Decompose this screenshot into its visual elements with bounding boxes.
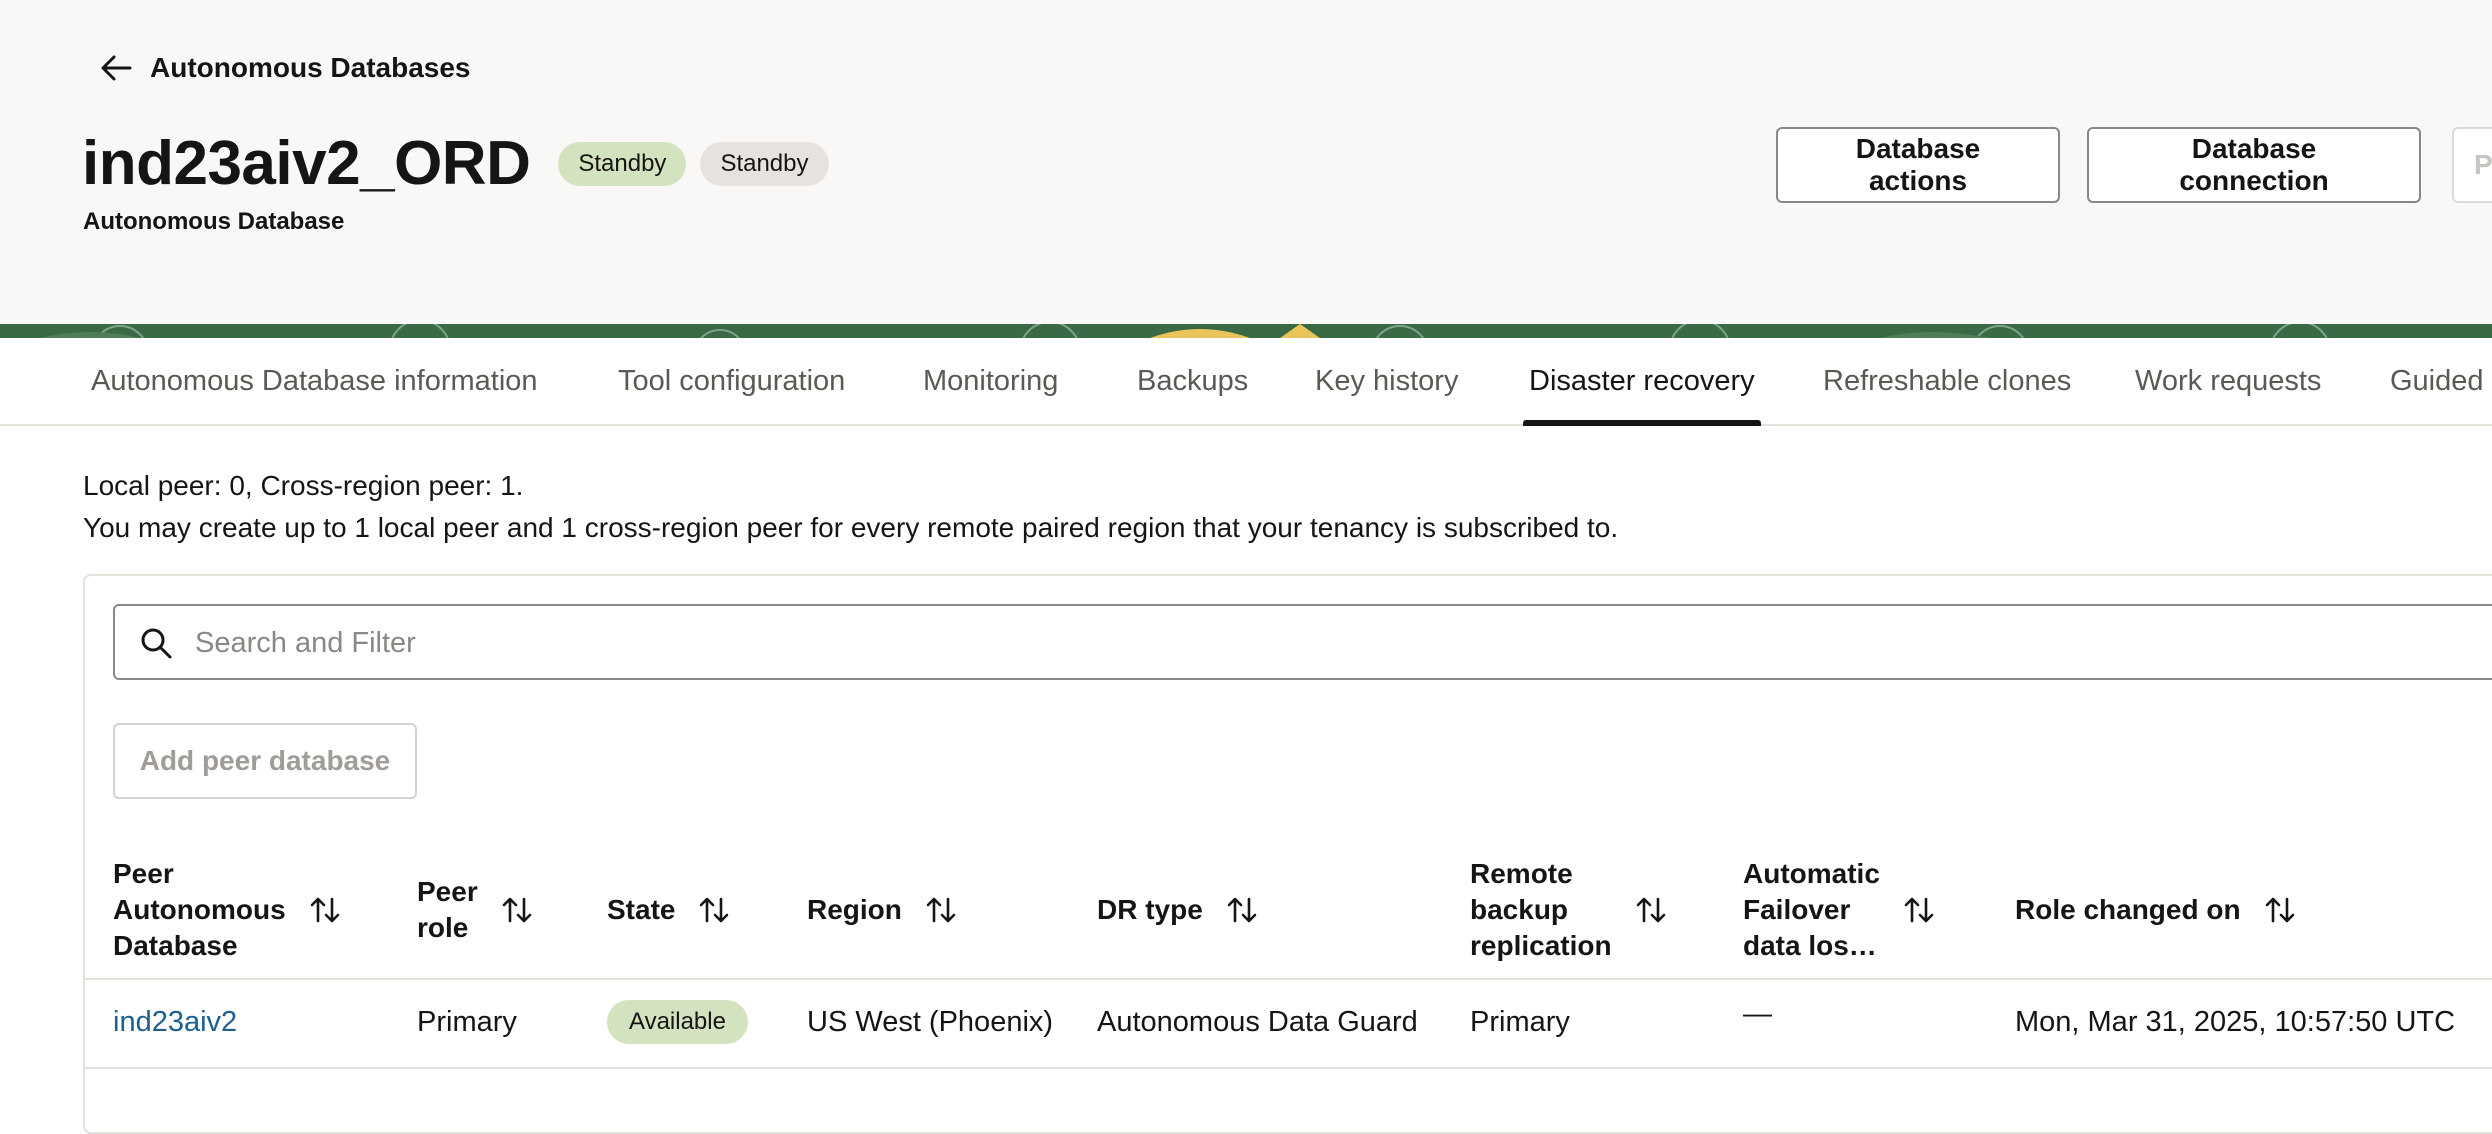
state-cell: Available <box>607 1000 748 1044</box>
sort-icon <box>1636 897 1665 923</box>
more-actions-button[interactable]: P <box>2452 127 2492 203</box>
tab-guided[interactable]: Guided <box>2390 338 2484 424</box>
table-row-divider <box>85 1067 2492 1069</box>
table-header-divider <box>85 978 2492 980</box>
column-header-remote-backup-replication[interactable]: Remote backup replication <box>1470 856 1668 964</box>
sort-icon <box>700 897 729 923</box>
column-header-role-changed-on[interactable]: Role changed on <box>2015 856 2297 964</box>
column-header-region[interactable]: Region <box>807 856 958 964</box>
column-header-label: DR type <box>1097 894 1203 925</box>
page-header: Autonomous Databases ind23aiv2_ORD Stand… <box>0 0 2492 324</box>
column-header-label: Region <box>807 894 902 925</box>
column-header-label: Automatic Failover data los… <box>1743 858 1880 961</box>
dr-type-cell: Autonomous Data Guard <box>1097 1005 1418 1038</box>
peer-role-cell: Primary <box>417 1005 517 1038</box>
database-connection-button[interactable]: Database connection <box>2087 127 2421 203</box>
column-header-automatic-failover-data-loss[interactable]: Automatic Failover data los… <box>1743 856 1936 964</box>
column-header-label: Peer Autonomous Database <box>113 858 286 961</box>
peer-count-text: Local peer: 0, Cross-region peer: 1. <box>83 470 524 501</box>
sort-icon <box>1227 897 1257 923</box>
tab-autonomous-database-information[interactable]: Autonomous Database information <box>91 338 538 424</box>
remote-backup-cell: Primary <box>1470 1005 1570 1038</box>
tab-bar: Autonomous Database information Tool con… <box>0 338 2492 426</box>
status-badge-role: Standby <box>558 142 687 186</box>
tab-refreshable-clones[interactable]: Refreshable clones <box>1823 338 2071 424</box>
search-box[interactable] <box>113 604 2492 680</box>
banner-pattern-icon <box>0 324 2492 338</box>
page-title: ind23aiv2_ORD <box>82 129 531 198</box>
search-input[interactable] <box>193 616 2197 670</box>
back-link-label: Autonomous Databases <box>150 52 471 83</box>
column-header-label: Remote backup replication <box>1470 858 1612 961</box>
tab-backups[interactable]: Backups <box>1137 338 1248 424</box>
sort-icon <box>502 897 532 923</box>
page-subtitle: Autonomous Database <box>83 208 345 235</box>
tab-monitoring[interactable]: Monitoring <box>923 338 1058 424</box>
auto-failover-cell: — <box>1743 997 1772 1030</box>
sort-icon <box>1904 897 1934 923</box>
peer-database-link[interactable]: ind23aiv2 <box>113 1000 237 1044</box>
column-header-peer-database[interactable]: Peer Autonomous Database <box>113 856 342 964</box>
title-row: ind23aiv2_ORD Standby Standby <box>82 128 829 200</box>
back-link[interactable]: Autonomous Databases <box>96 48 471 88</box>
region-cell: US West (Phoenix) <box>807 1005 1054 1038</box>
status-badge-state: Standby <box>700 142 829 186</box>
column-header-state[interactable]: State <box>607 856 731 964</box>
column-header-dr-type[interactable]: DR type <box>1097 856 1259 964</box>
role-changed-on-cell: Mon, Mar 31, 2025, 10:57:50 UTC <box>2015 1005 2456 1038</box>
tab-disaster-recovery[interactable]: Disaster recovery <box>1523 338 1761 426</box>
tab-key-history[interactable]: Key history <box>1315 338 1458 424</box>
sort-icon <box>2265 897 2294 923</box>
decorative-banner <box>0 324 2492 338</box>
add-peer-database-button[interactable]: Add peer database <box>113 723 417 799</box>
column-header-label: Role changed on <box>2015 894 2241 925</box>
peer-limit-text: You may create up to 1 local peer and 1 … <box>83 512 1619 543</box>
state-badge: Available <box>607 1000 748 1044</box>
sort-icon <box>310 897 339 923</box>
tab-work-requests[interactable]: Work requests <box>2135 338 2321 424</box>
column-header-peer-role[interactable]: Peer role <box>417 856 534 964</box>
column-header-label: State <box>607 894 676 925</box>
search-icon <box>141 628 172 659</box>
arrow-left-icon <box>101 55 132 81</box>
tab-tool-configuration[interactable]: Tool configuration <box>618 338 845 424</box>
column-header-label: Peer role <box>417 876 478 943</box>
sort-icon <box>926 897 956 923</box>
database-actions-button[interactable]: Database actions <box>1776 127 2060 203</box>
